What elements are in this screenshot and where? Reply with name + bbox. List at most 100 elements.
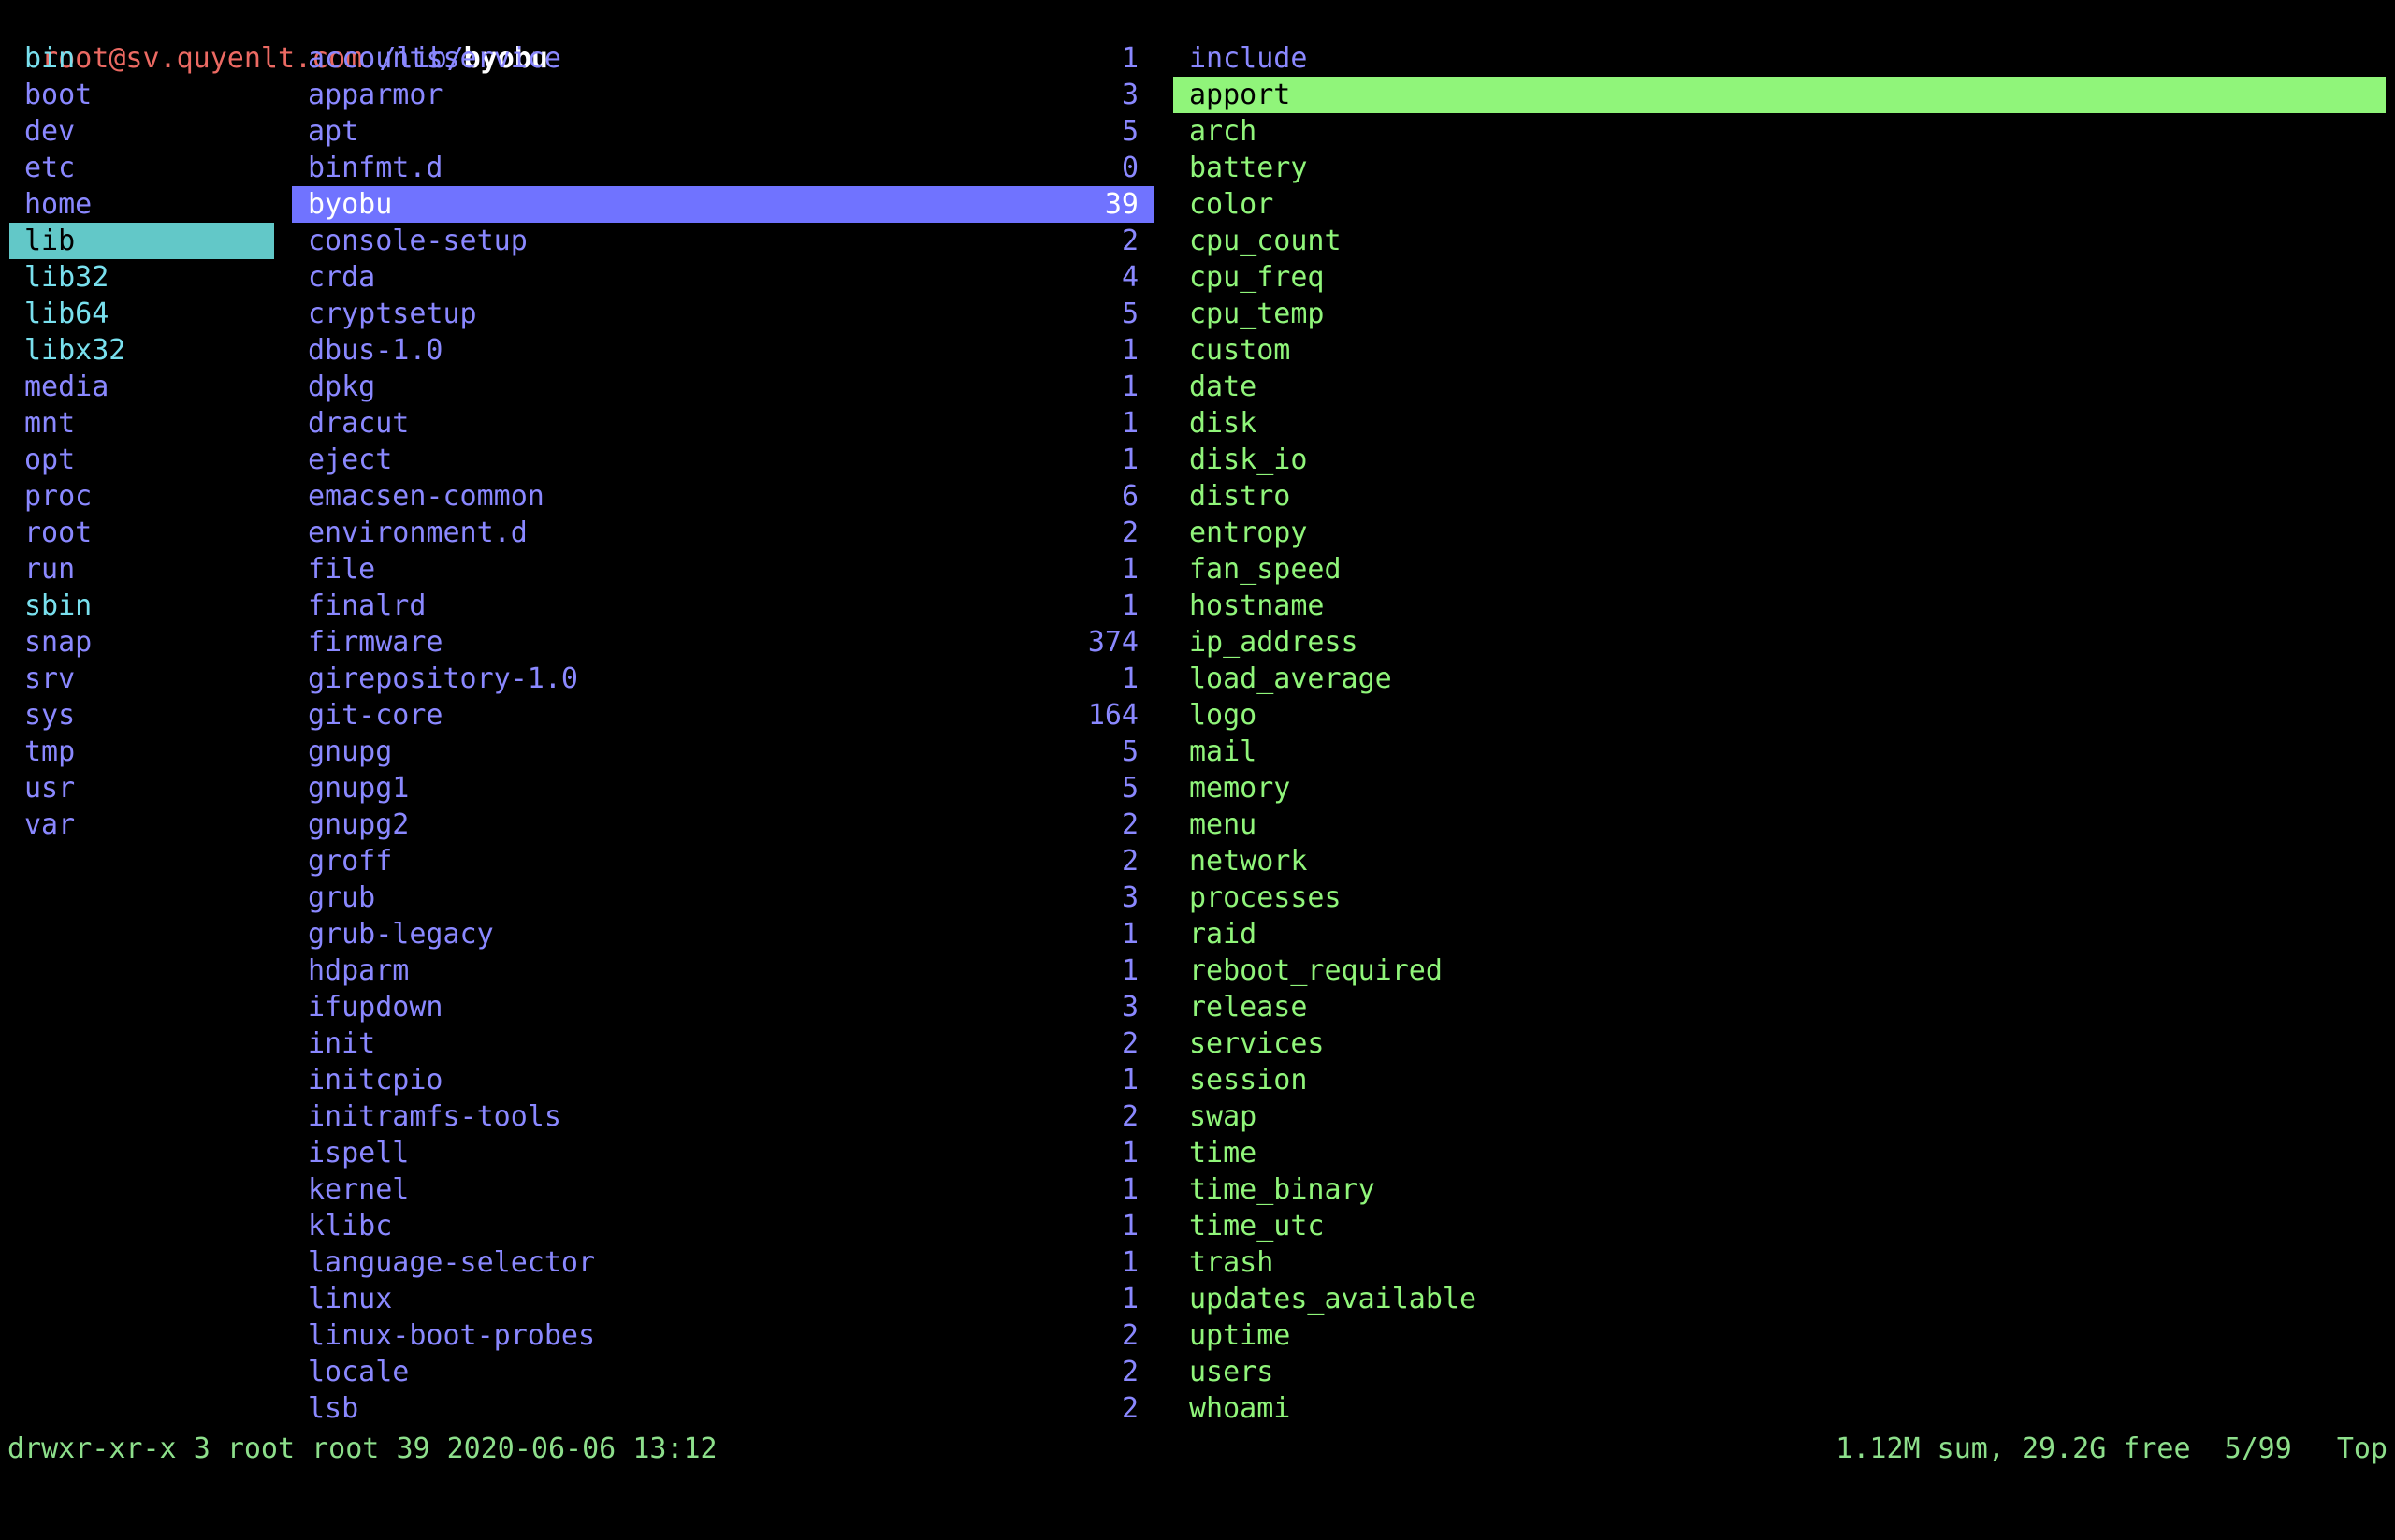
preview-entry-apport[interactable]: apport	[1173, 77, 2386, 113]
entry-apparmor[interactable]: apparmor 3	[292, 77, 1154, 113]
preview-entry-cpu_temp[interactable]: cpu_temp	[1173, 296, 2386, 332]
preview-entry-whoami[interactable]: whoami	[1173, 1390, 2386, 1427]
entry-gnupg[interactable]: gnupg 5	[292, 734, 1154, 770]
parent-entry-tmp[interactable]: tmp	[9, 734, 274, 770]
preview-entry-network[interactable]: network	[1173, 843, 2386, 879]
entry-grub-legacy[interactable]: grub-legacy 1	[292, 916, 1154, 952]
parent-entry-boot[interactable]: boot	[9, 77, 274, 113]
preview-entry-fan_speed[interactable]: fan_speed	[1173, 551, 2386, 588]
preview-entry-time[interactable]: time	[1173, 1135, 2386, 1171]
parent-entry-usr[interactable]: usr	[9, 770, 274, 806]
entry-dbus-1.0[interactable]: dbus-1.0 1	[292, 332, 1154, 369]
parent-entry-home[interactable]: home	[9, 186, 274, 223]
entry-locale[interactable]: locale 2	[292, 1354, 1154, 1390]
preview-entry-include[interactable]: include	[1173, 40, 2386, 77]
parent-entry-lib64[interactable]: lib64	[9, 296, 274, 332]
entry-init[interactable]: init 2	[292, 1025, 1154, 1062]
preview-entry-updates_available[interactable]: updates_available	[1173, 1281, 2386, 1317]
entry-girepository-1.0[interactable]: girepository-1.0 1	[292, 661, 1154, 697]
parent-entry-libx32[interactable]: libx32	[9, 332, 274, 369]
parent-entry-root[interactable]: root	[9, 515, 274, 551]
entry-name: language-selector	[308, 1246, 596, 1279]
preview-entry-arch[interactable]: arch	[1173, 113, 2386, 150]
preview-entry-users[interactable]: users	[1173, 1354, 2386, 1390]
entry-gnupg2[interactable]: gnupg2 2	[292, 806, 1154, 843]
entry-byobu[interactable]: byobu 39	[292, 186, 1154, 223]
parent-entry-dev[interactable]: dev	[9, 113, 274, 150]
parent-entry-lib32[interactable]: lib32	[9, 259, 274, 296]
entry-groff[interactable]: groff 2	[292, 843, 1154, 879]
entry-file[interactable]: file 1	[292, 551, 1154, 588]
entry-finalrd[interactable]: finalrd 1	[292, 588, 1154, 624]
entry-accountsservice[interactable]: accountsservice 1	[292, 40, 1154, 77]
entry-firmware[interactable]: firmware 374	[292, 624, 1154, 661]
parent-entry-sys[interactable]: sys	[9, 697, 274, 734]
entry-cryptsetup[interactable]: cryptsetup 5	[292, 296, 1154, 332]
entry-eject[interactable]: eject 1	[292, 442, 1154, 478]
preview-entry-color[interactable]: color	[1173, 186, 2386, 223]
entry-linux-boot-probes[interactable]: linux-boot-probes 2	[292, 1317, 1154, 1354]
preview-entry-ip_address[interactable]: ip_address	[1173, 624, 2386, 661]
preview-entry-uptime[interactable]: uptime	[1173, 1317, 2386, 1354]
entry-gnupg1[interactable]: gnupg1 5	[292, 770, 1154, 806]
preview-entry-load_average[interactable]: load_average	[1173, 661, 2386, 697]
preview-entry-raid[interactable]: raid	[1173, 916, 2386, 952]
entry-ifupdown[interactable]: ifupdown 3	[292, 989, 1154, 1025]
parent-entry-mnt[interactable]: mnt	[9, 405, 274, 442]
entry-dracut[interactable]: dracut 1	[292, 405, 1154, 442]
entry-console-setup[interactable]: console-setup 2	[292, 223, 1154, 259]
preview-entry-battery[interactable]: battery	[1173, 150, 2386, 186]
preview-entry-custom[interactable]: custom	[1173, 332, 2386, 369]
entry-name: emacsen-common	[308, 480, 544, 513]
preview-entry-trash[interactable]: trash	[1173, 1244, 2386, 1281]
parent-entry-snap[interactable]: snap	[9, 624, 274, 661]
parent-entry-opt[interactable]: opt	[9, 442, 274, 478]
parent-entry-srv[interactable]: srv	[9, 661, 274, 697]
preview-entry-reboot_required[interactable]: reboot_required	[1173, 952, 2386, 989]
preview-entry-date[interactable]: date	[1173, 369, 2386, 405]
entry-initramfs-tools[interactable]: initramfs-tools 2	[292, 1098, 1154, 1135]
entry-environment.d[interactable]: environment.d 2	[292, 515, 1154, 551]
entry-emacsen-common[interactable]: emacsen-common 6	[292, 478, 1154, 515]
preview-entry-entropy[interactable]: entropy	[1173, 515, 2386, 551]
parent-entry-bin[interactable]: bin	[9, 40, 274, 77]
preview-entry-disk_io[interactable]: disk_io	[1173, 442, 2386, 478]
preview-entry-processes[interactable]: processes	[1173, 879, 2386, 916]
preview-entry-cpu_freq[interactable]: cpu_freq	[1173, 259, 2386, 296]
preview-entry-time_binary[interactable]: time_binary	[1173, 1171, 2386, 1208]
entry-kernel[interactable]: kernel 1	[292, 1171, 1154, 1208]
parent-entry-etc[interactable]: etc	[9, 150, 274, 186]
preview-entry-menu[interactable]: menu	[1173, 806, 2386, 843]
entry-initcpio[interactable]: initcpio 1	[292, 1062, 1154, 1098]
parent-entry-var[interactable]: var	[9, 806, 274, 843]
preview-entry-swap[interactable]: swap	[1173, 1098, 2386, 1135]
parent-entry-proc[interactable]: proc	[9, 478, 274, 515]
preview-entry-mail[interactable]: mail	[1173, 734, 2386, 770]
entry-git-core[interactable]: git-core 164	[292, 697, 1154, 734]
entry-apt[interactable]: apt 5	[292, 113, 1154, 150]
preview-entry-services[interactable]: services	[1173, 1025, 2386, 1062]
preview-entry-distro[interactable]: distro	[1173, 478, 2386, 515]
preview-entry-memory[interactable]: memory	[1173, 770, 2386, 806]
parent-entry-media[interactable]: media	[9, 369, 274, 405]
preview-entry-release[interactable]: release	[1173, 989, 2386, 1025]
preview-entry-logo[interactable]: logo	[1173, 697, 2386, 734]
entry-dpkg[interactable]: dpkg 1	[292, 369, 1154, 405]
entry-ispell[interactable]: ispell 1	[292, 1135, 1154, 1171]
preview-entry-time_utc[interactable]: time_utc	[1173, 1208, 2386, 1244]
entry-crda[interactable]: crda 4	[292, 259, 1154, 296]
parent-entry-lib[interactable]: lib	[9, 223, 274, 259]
preview-entry-disk[interactable]: disk	[1173, 405, 2386, 442]
entry-klibc[interactable]: klibc 1	[292, 1208, 1154, 1244]
parent-entry-run[interactable]: run	[9, 551, 274, 588]
entry-grub[interactable]: grub 3	[292, 879, 1154, 916]
preview-entry-cpu_count[interactable]: cpu_count	[1173, 223, 2386, 259]
entry-linux[interactable]: linux 1	[292, 1281, 1154, 1317]
entry-lsb[interactable]: lsb 2	[292, 1390, 1154, 1427]
entry-language-selector[interactable]: language-selector 1	[292, 1244, 1154, 1281]
preview-entry-hostname[interactable]: hostname	[1173, 588, 2386, 624]
entry-binfmt.d[interactable]: binfmt.d 0	[292, 150, 1154, 186]
entry-hdparm[interactable]: hdparm 1	[292, 952, 1154, 989]
preview-entry-session[interactable]: session	[1173, 1062, 2386, 1098]
parent-entry-sbin[interactable]: sbin	[9, 588, 274, 624]
